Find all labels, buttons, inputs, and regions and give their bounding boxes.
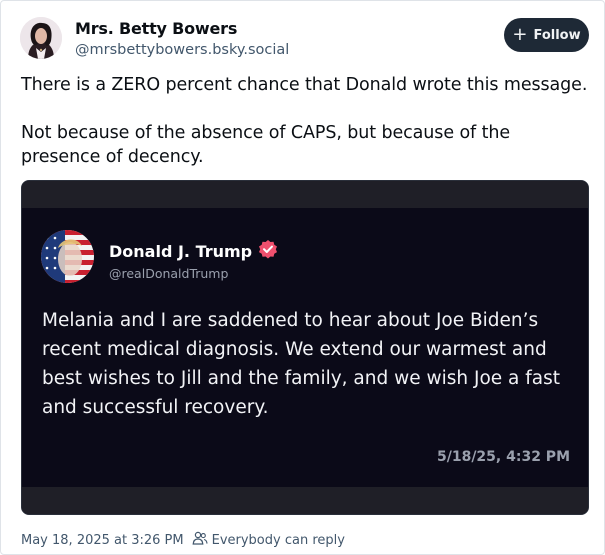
reply-setting-label: Everybody can reply xyxy=(211,532,345,548)
post-paragraph: Not because of the absence of CAPS, but … xyxy=(21,123,510,167)
people-icon xyxy=(192,531,208,549)
embed-bottom-band xyxy=(22,487,588,514)
plus-icon: + xyxy=(512,23,528,45)
author-handle[interactable]: @mrsbettybowers.bsky.social xyxy=(75,42,289,58)
post-footer: May 18, 2025 at 3:26 PM Everybody can re… xyxy=(21,531,345,549)
follow-button[interactable]: + Follow xyxy=(504,18,589,52)
author-name[interactable]: Mrs. Betty Bowers xyxy=(75,19,237,38)
post-paragraph: There is a ZERO percent chance that Dona… xyxy=(21,75,588,95)
author-avatar[interactable] xyxy=(20,17,62,59)
follow-button-label: Follow xyxy=(533,27,581,43)
verified-badge-icon xyxy=(258,239,278,263)
embedded-post-text: Melania and I are saddened to hear about… xyxy=(42,310,561,418)
post-card: Mrs. Betty Bowers @mrsbettybowers.bsky.s… xyxy=(0,0,605,555)
embedded-author-avatar xyxy=(41,230,94,283)
post-text: There is a ZERO percent chance that Dona… xyxy=(21,73,593,169)
embedded-author-handle: @realDonaldTrump xyxy=(109,266,229,281)
embedded-author-name-text: Donald J. Trump xyxy=(109,241,253,261)
embedded-post-timestamp: 5/18/25, 4:32 PM xyxy=(436,449,570,465)
reply-setting: Everybody can reply xyxy=(192,531,345,549)
embedded-image[interactable]: Donald J. Trump @realDonaldTrump Melania… xyxy=(21,180,589,515)
embed-top-band xyxy=(22,181,588,208)
embedded-author-name: Donald J. Trump xyxy=(109,239,278,263)
post-timestamp[interactable]: May 18, 2025 at 3:26 PM xyxy=(21,533,184,548)
